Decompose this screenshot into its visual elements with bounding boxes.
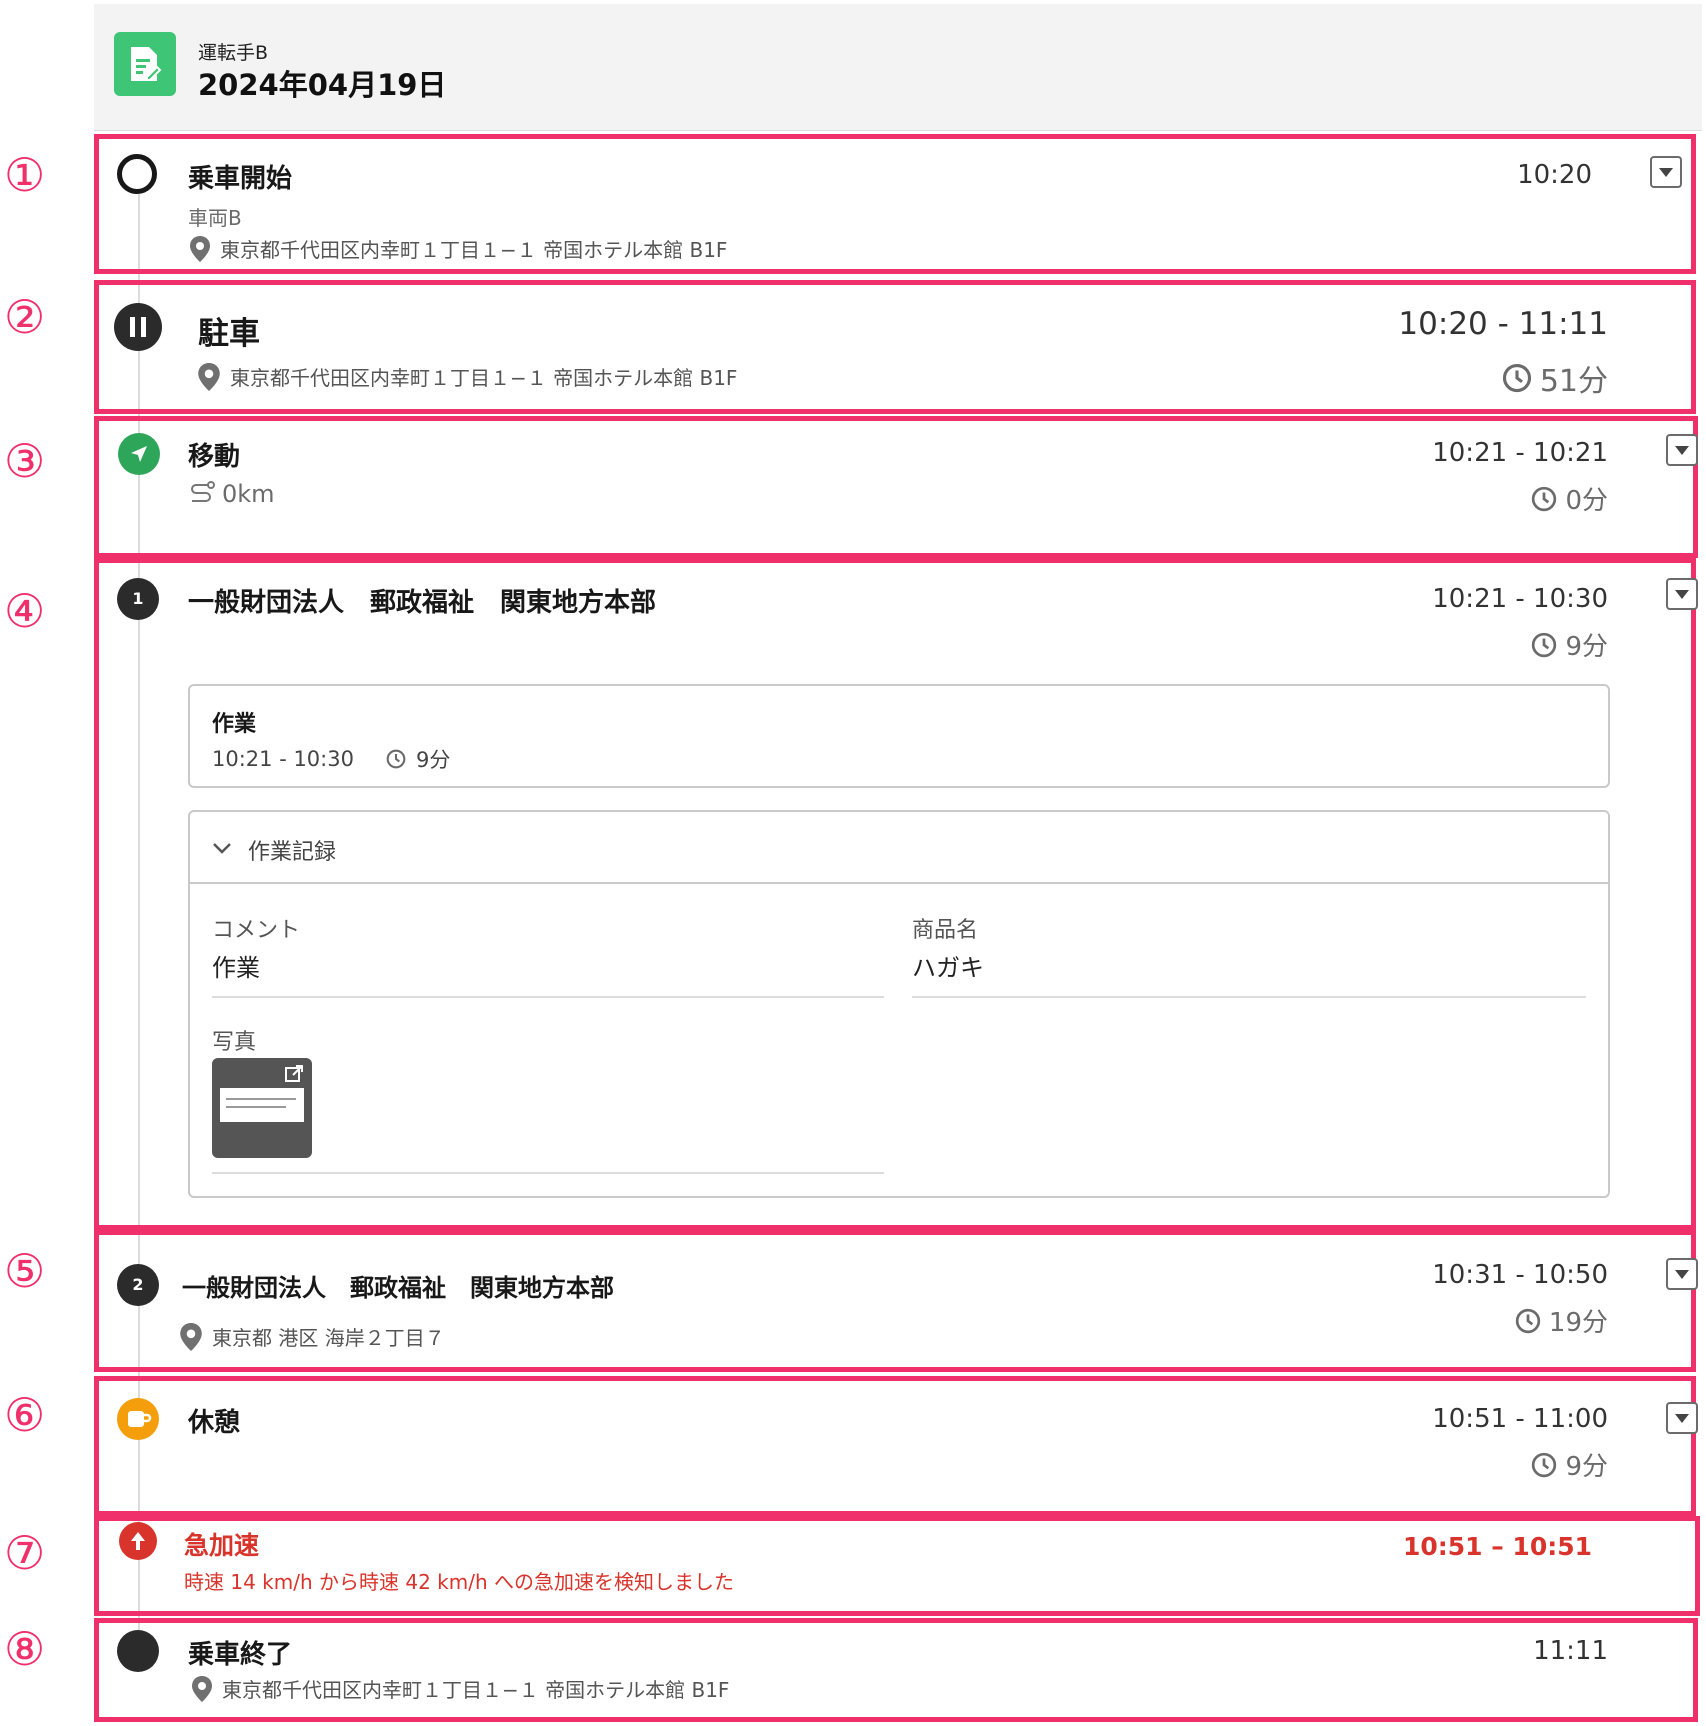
dropdown-toggle-button[interactable] xyxy=(1650,156,1682,188)
field-underline xyxy=(212,996,884,998)
task-duration: 9分 xyxy=(415,748,451,772)
task-title: 作業 xyxy=(212,712,257,737)
chevron-down-icon xyxy=(213,843,231,854)
annotation-marker: ⑤ xyxy=(4,1244,46,1298)
task-time-row: 10:21 - 10:30 9分 xyxy=(212,744,450,774)
event-time: 10:51 - 11:00 xyxy=(1432,1404,1608,1434)
location-pin-icon xyxy=(192,1675,212,1702)
event-address: 東京都千代田区内幸町１丁目１−１ 帝国ホテル本館 B1F xyxy=(190,234,727,263)
duration-text: 19分 xyxy=(1548,1308,1608,1338)
product-label: 商品名 xyxy=(912,918,979,943)
clock-icon xyxy=(1532,632,1557,657)
address-text: 東京都千代田区内幸町１丁目１−１ 帝国ホテル本館 B1F xyxy=(230,366,738,390)
event-title: 乗車開始 xyxy=(188,164,293,194)
event-title: 乗車終了 xyxy=(188,1640,293,1670)
event-title: 急加速 xyxy=(184,1531,260,1560)
comment-label: コメント xyxy=(212,918,301,943)
annotation-marker: ⑥ xyxy=(4,1388,46,1442)
location-pin-icon xyxy=(190,235,210,262)
route-icon xyxy=(191,481,215,502)
annotation-marker: ⑦ xyxy=(4,1526,46,1580)
vehicle-name: 車両B xyxy=(188,206,242,230)
start-circle-icon xyxy=(117,154,157,194)
duration-text: 0分 xyxy=(1565,486,1608,516)
highlight-box xyxy=(94,1618,1698,1722)
event-time: 11:11 xyxy=(1533,1636,1608,1666)
photo-thumbnail[interactable] xyxy=(212,1058,312,1158)
dropdown-toggle-button[interactable] xyxy=(1666,434,1698,466)
end-circle-icon xyxy=(117,1630,159,1672)
highlight-box xyxy=(94,280,1696,414)
annotation-marker: ② xyxy=(4,290,46,344)
field-underline xyxy=(912,996,1586,998)
location-pin-icon xyxy=(198,362,220,391)
distance-info: 0km xyxy=(188,480,275,508)
report-document-icon xyxy=(114,32,176,96)
driver-name: 運転手B xyxy=(198,42,269,64)
clock-icon xyxy=(1532,486,1557,511)
annotation-marker: ③ xyxy=(4,434,46,488)
field-underline xyxy=(212,1172,884,1174)
clock-icon xyxy=(1515,1308,1541,1333)
location-pin-icon xyxy=(180,1322,202,1351)
event-time: 10:51 – 10:51 xyxy=(1402,1532,1592,1561)
dropdown-toggle-button[interactable] xyxy=(1666,1258,1698,1290)
event-address: 東京都千代田区内幸町１丁目１−１ 帝国ホテル本館 B1F xyxy=(192,1674,729,1703)
work-record-title: 作業記録 xyxy=(248,840,337,865)
clock-icon xyxy=(1502,363,1531,393)
comment-value: 作業 xyxy=(212,954,260,982)
pause-icon xyxy=(114,303,162,351)
event-duration: 19分 xyxy=(1515,1302,1608,1339)
event-title: 休憩 xyxy=(188,1408,241,1438)
event-title: 移動 xyxy=(188,442,241,472)
photo-content xyxy=(220,1088,304,1122)
stop-number-badge: 1 xyxy=(117,578,159,620)
event-time: 10:31 - 10:50 xyxy=(1432,1260,1608,1290)
task-time: 10:21 - 10:30 xyxy=(212,747,354,771)
event-time: 10:20 - 11:11 xyxy=(1398,306,1608,342)
work-record-header[interactable]: 作業記録 xyxy=(190,812,1608,884)
coffee-cup-icon xyxy=(117,1398,159,1440)
address-text: 東京都千代田区内幸町１丁目１−１ 帝国ホテル本館 B1F xyxy=(222,1678,730,1702)
annotation-marker: ⑧ xyxy=(4,1622,46,1676)
address-text: 東京都千代田区内幸町１丁目１−１ 帝国ホテル本館 B1F xyxy=(220,238,728,262)
dropdown-toggle-button[interactable] xyxy=(1666,578,1698,610)
event-address: 東京都千代田区内幸町１丁目１−１ 帝国ホテル本館 B1F xyxy=(198,362,737,391)
event-duration: 51分 xyxy=(1502,356,1608,400)
page-header: 運転手B 2024年04月19日 xyxy=(94,4,1702,131)
event-title: 一般財団法人 郵政福祉 関東地方本部 xyxy=(188,588,657,618)
event-duration: 9分 xyxy=(1531,626,1608,663)
event-time: 10:20 xyxy=(1517,160,1592,190)
clock-icon xyxy=(386,749,406,769)
event-title: 駐車 xyxy=(198,316,260,352)
event-duration: 0分 xyxy=(1531,480,1608,517)
event-title: 一般財団法人 郵政福祉 関東地方本部 xyxy=(182,1274,614,1302)
task-card[interactable]: 作業 10:21 - 10:30 9分 xyxy=(188,684,1610,788)
address-text: 東京都 港区 海岸２丁目７ xyxy=(212,1326,445,1350)
stop-number-badge: 2 xyxy=(117,1264,159,1306)
photo-label: 写真 xyxy=(212,1030,257,1055)
annotation-marker: ① xyxy=(4,148,46,202)
external-link-icon[interactable] xyxy=(284,1064,304,1084)
page-title: 2024年04月19日 xyxy=(198,68,447,102)
highlight-box xyxy=(94,1376,1696,1516)
acceleration-alert-icon xyxy=(119,1522,157,1560)
duration-text: 9分 xyxy=(1565,1452,1608,1482)
navigation-arrow-icon xyxy=(118,433,160,475)
duration-text: 51分 xyxy=(1539,364,1608,399)
event-address: 東京都 港区 海岸２丁目７ xyxy=(180,1322,445,1351)
duration-text: 9分 xyxy=(1565,632,1608,662)
event-time: 10:21 - 10:30 xyxy=(1432,584,1608,614)
work-record-card: 作業記録 コメント 作業 商品名 ハガキ 写真 xyxy=(188,810,1610,1198)
annotation-marker: ④ xyxy=(4,584,46,638)
alert-message: 時速 14 km/h から時速 42 km/h への急加速を検知しました xyxy=(184,1570,734,1594)
dropdown-toggle-button[interactable] xyxy=(1666,1402,1698,1434)
product-value: ハガキ xyxy=(912,954,984,982)
event-duration: 9分 xyxy=(1531,1446,1608,1483)
distance-text: 0km xyxy=(222,480,275,508)
event-time: 10:21 - 10:21 xyxy=(1432,438,1608,468)
clock-icon xyxy=(1532,1452,1557,1477)
